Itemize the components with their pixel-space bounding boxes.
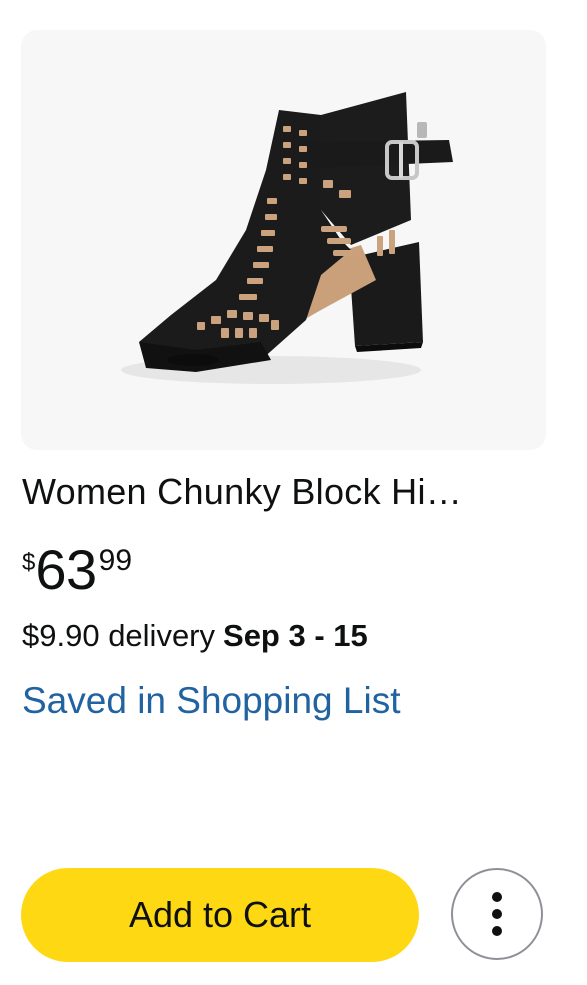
delivery-fee: $9.90 delivery xyxy=(22,618,216,653)
add-to-cart-label: Add to Cart xyxy=(128,894,312,935)
price-currency-symbol: $ xyxy=(22,549,36,576)
more-options-button[interactable] xyxy=(451,868,543,960)
delivery-date: Sep 3 - 15 xyxy=(223,618,368,653)
add-to-cart-button[interactable]: Add to Cart xyxy=(21,868,419,962)
price-fraction: 99 xyxy=(98,544,133,577)
more-vertical-icon xyxy=(492,892,502,936)
product-title[interactable]: Women Chunky Block Hi… xyxy=(22,470,542,514)
delivery-info: $9.90 delivery Sep 3 - 15 xyxy=(22,616,368,656)
product-card: Women Chunky Block Hi… $ 63 99 $9.90 del… xyxy=(0,0,587,985)
product-price: $ 63 99 xyxy=(22,538,132,602)
price-whole: 63 xyxy=(35,538,97,601)
sandal-image xyxy=(121,92,453,384)
product-image[interactable] xyxy=(21,30,546,450)
saved-in-list-link[interactable]: Saved in Shopping List xyxy=(22,678,401,724)
